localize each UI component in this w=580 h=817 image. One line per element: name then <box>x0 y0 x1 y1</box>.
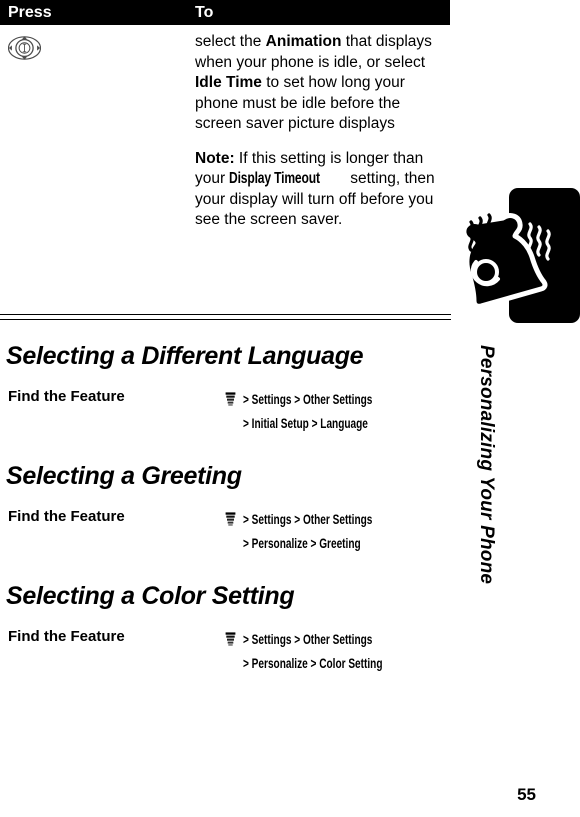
description-paragraph-1: select the Animation that displays when … <box>195 32 450 135</box>
press-to-description: select the Animation that displays when … <box>195 32 450 231</box>
menu-path: > Settings > Other Settings > Initial Se… <box>225 388 505 434</box>
divider-line-bottom <box>0 319 451 320</box>
section-selecting-a-greeting: Selecting a Greeting Find the Feature > <box>0 462 505 554</box>
manual-page: Press To select the Animation that displ… <box>0 0 580 817</box>
menu-path-text-2: > Initial Setup > Language <box>243 415 368 431</box>
menu-path-line-1: > Settings > Other Settings <box>225 508 505 532</box>
page-title: Selecting a Greeting <box>6 462 242 490</box>
menu-icon[interactable] <box>225 510 236 532</box>
press-to-table: Press To select the Animation that displ… <box>0 0 450 231</box>
divider-line-top <box>0 314 451 315</box>
note-label: Note: <box>195 149 235 167</box>
description-paragraph-note: Note: If this setting is longer than you… <box>195 149 450 231</box>
find-the-feature-row: Find the Feature > Settings > Other Sett… <box>0 628 505 674</box>
menu-path-line-2: > Personalize > Color Setting <box>225 652 505 674</box>
run-condensed-display-timeout: Display Timeout <box>229 170 321 187</box>
menu-path-text-2: > Personalize > Greeting <box>243 535 361 551</box>
menu-path-text-1: > Settings > Other Settings <box>242 511 373 527</box>
section-selecting-a-color-setting: Selecting a Color Setting Find the Featu… <box>0 582 505 674</box>
menu-path-line-1: > Settings > Other Settings <box>225 628 505 652</box>
menu-path-line-2: > Initial Setup > Language <box>225 412 505 434</box>
page-title: Selecting a Color Setting <box>6 582 295 610</box>
menu-path-text-1: > Settings > Other Settings <box>242 391 373 407</box>
menu-path-line-2: > Personalize > Greeting <box>225 532 505 554</box>
chapter-title-vertical: Personalizing Your Phone <box>476 345 497 585</box>
column-header-press: Press <box>8 3 52 21</box>
menu-path-text-2: > Personalize > Color Setting <box>243 655 383 671</box>
page-title: Selecting a Different Language <box>6 342 364 370</box>
ringing-bell-icon <box>456 208 572 316</box>
menu-path: > Settings > Other Settings > Personaliz… <box>225 508 505 554</box>
find-the-feature-row: Find the Feature > Settings > Other Sett… <box>0 508 505 554</box>
run-bold-idle-time: Idle Time <box>195 74 262 91</box>
page-number: 55 <box>517 785 536 804</box>
find-the-feature-row: Find the Feature > Settings > Other Sett… <box>0 388 505 434</box>
menu-icon[interactable] <box>225 630 236 652</box>
menu-path-line-1: > Settings > Other Settings <box>225 388 505 412</box>
column-header-to: To <box>195 3 214 21</box>
run-bold-animation: Animation <box>265 33 342 50</box>
menu-path-text-1: > Settings > Other Settings <box>242 631 373 647</box>
table-header-row: Press To <box>0 0 450 25</box>
press-key-cell <box>0 32 195 231</box>
find-the-feature-label: Find the Feature <box>8 508 125 525</box>
section-divider-rule <box>0 314 451 320</box>
menu-icon[interactable] <box>225 390 236 412</box>
find-the-feature-label: Find the Feature <box>8 628 125 645</box>
find-the-feature-label: Find the Feature <box>8 388 125 405</box>
table-row: select the Animation that displays when … <box>0 25 450 231</box>
run-text: select the <box>195 33 266 50</box>
navigation-key-icon <box>7 35 195 66</box>
section-selecting-a-different-language: Selecting a Different Language Find the … <box>0 342 505 434</box>
menu-path: > Settings > Other Settings > Personaliz… <box>225 628 505 674</box>
